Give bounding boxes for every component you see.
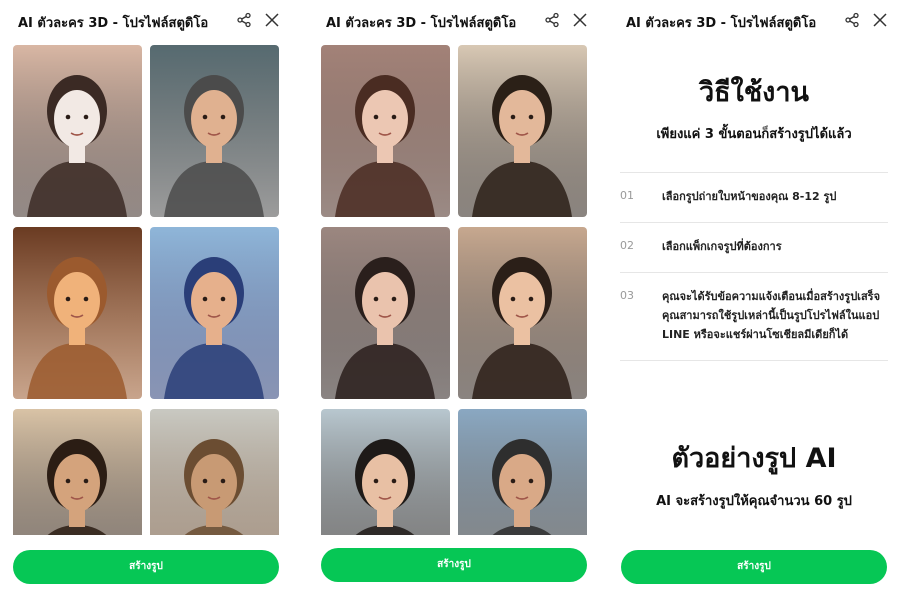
header: AI ตัวละคร 3D - โปรไฟล์สตูดิโอ xyxy=(0,0,292,40)
header: AI ตัวละคร 3D - โปรไฟล์สตูดิโอ xyxy=(308,0,600,40)
sample-photo[interactable] xyxy=(13,409,142,535)
step-item: 01 เลือกรูปถ่ายใบหน้าของคุณ 8-12 รูป xyxy=(620,173,888,223)
create-photo-button[interactable]: สร้างรูป xyxy=(13,550,279,584)
page-title: AI ตัวละคร 3D - โปรไฟล์สตูดิโอ xyxy=(326,16,517,31)
sample-photo[interactable] xyxy=(150,409,279,535)
create-photo-button[interactable]: สร้างรูป xyxy=(321,548,587,582)
portrait-image xyxy=(458,45,587,217)
sample-photo[interactable] xyxy=(321,227,450,399)
photo-grid xyxy=(13,45,279,535)
step-text: คุณจะได้รับข้อความแจ้งเตือนเมื่อสร้างรูป… xyxy=(662,290,881,341)
page-title: AI ตัวละคร 3D - โปรไฟล์สตูดิโอ xyxy=(626,16,817,31)
sample-photo[interactable] xyxy=(13,45,142,217)
close-icon[interactable] xyxy=(264,12,280,28)
sample-photo[interactable] xyxy=(13,227,142,399)
close-icon[interactable] xyxy=(872,12,888,28)
portrait-image xyxy=(150,409,279,535)
portrait-image xyxy=(13,227,142,399)
howto-panel: AI ตัวละคร 3D - โปรไฟล์สตูดิโอ วิธีใช้งา… xyxy=(608,0,900,600)
step-number: 03 xyxy=(620,289,634,302)
portrait-image xyxy=(458,409,587,535)
share-icon[interactable] xyxy=(544,12,560,28)
sample-title: ตัวอย่างรูป AI xyxy=(671,443,837,474)
sample-photo[interactable] xyxy=(150,45,279,217)
portrait-image xyxy=(150,227,279,399)
sample-photo[interactable] xyxy=(458,45,587,217)
photo-grid xyxy=(321,45,587,535)
close-icon[interactable] xyxy=(572,12,588,28)
gallery-panel-2: AI ตัวละคร 3D - โปรไฟล์สตูดิโอ สร้างรูป xyxy=(308,0,600,600)
step-text: เลือกแพ็กเกจรูปที่ต้องการ xyxy=(662,240,782,253)
portrait-image xyxy=(13,45,142,217)
step-number: 01 xyxy=(620,189,634,202)
share-icon[interactable] xyxy=(236,12,252,28)
howto-subtitle: เพียงแค่ 3 ขั้นตอนก็สร้างรูปได้แล้ว xyxy=(656,127,852,142)
step-item: 03 คุณจะได้รับข้อความแจ้งเตือนเมื่อสร้าง… xyxy=(620,273,888,361)
create-photo-button[interactable]: สร้างรูป xyxy=(621,550,887,584)
portrait-image xyxy=(321,409,450,535)
header: AI ตัวละคร 3D - โปรไฟล์สตูดิโอ xyxy=(608,0,900,40)
portrait-image xyxy=(13,409,142,535)
portrait-image xyxy=(321,227,450,399)
sample-photo[interactable] xyxy=(458,227,587,399)
sample-photo[interactable] xyxy=(458,409,587,535)
step-text: เลือกรูปถ่ายใบหน้าของคุณ 8-12 รูป xyxy=(662,190,837,203)
portrait-image xyxy=(321,45,450,217)
sample-photo[interactable] xyxy=(150,227,279,399)
step-list: 01 เลือกรูปถ่ายใบหน้าของคุณ 8-12 รูป 02 … xyxy=(620,172,888,361)
sample-photo[interactable] xyxy=(321,409,450,535)
howto-title: วิธีใช้งาน xyxy=(699,77,809,108)
sample-photo[interactable] xyxy=(321,45,450,217)
sample-subtitle: AI จะสร้างรูปให้คุณจำนวน 60 รูป xyxy=(656,494,852,509)
share-icon[interactable] xyxy=(844,12,860,28)
portrait-image xyxy=(150,45,279,217)
portrait-image xyxy=(458,227,587,399)
step-item: 02 เลือกแพ็กเกจรูปที่ต้องการ xyxy=(620,223,888,273)
gallery-panel-1: AI ตัวละคร 3D - โปรไฟล์สตูดิโอ สร้างรูป xyxy=(0,0,292,600)
step-number: 02 xyxy=(620,239,634,252)
page-title: AI ตัวละคร 3D - โปรไฟล์สตูดิโอ xyxy=(18,16,209,31)
